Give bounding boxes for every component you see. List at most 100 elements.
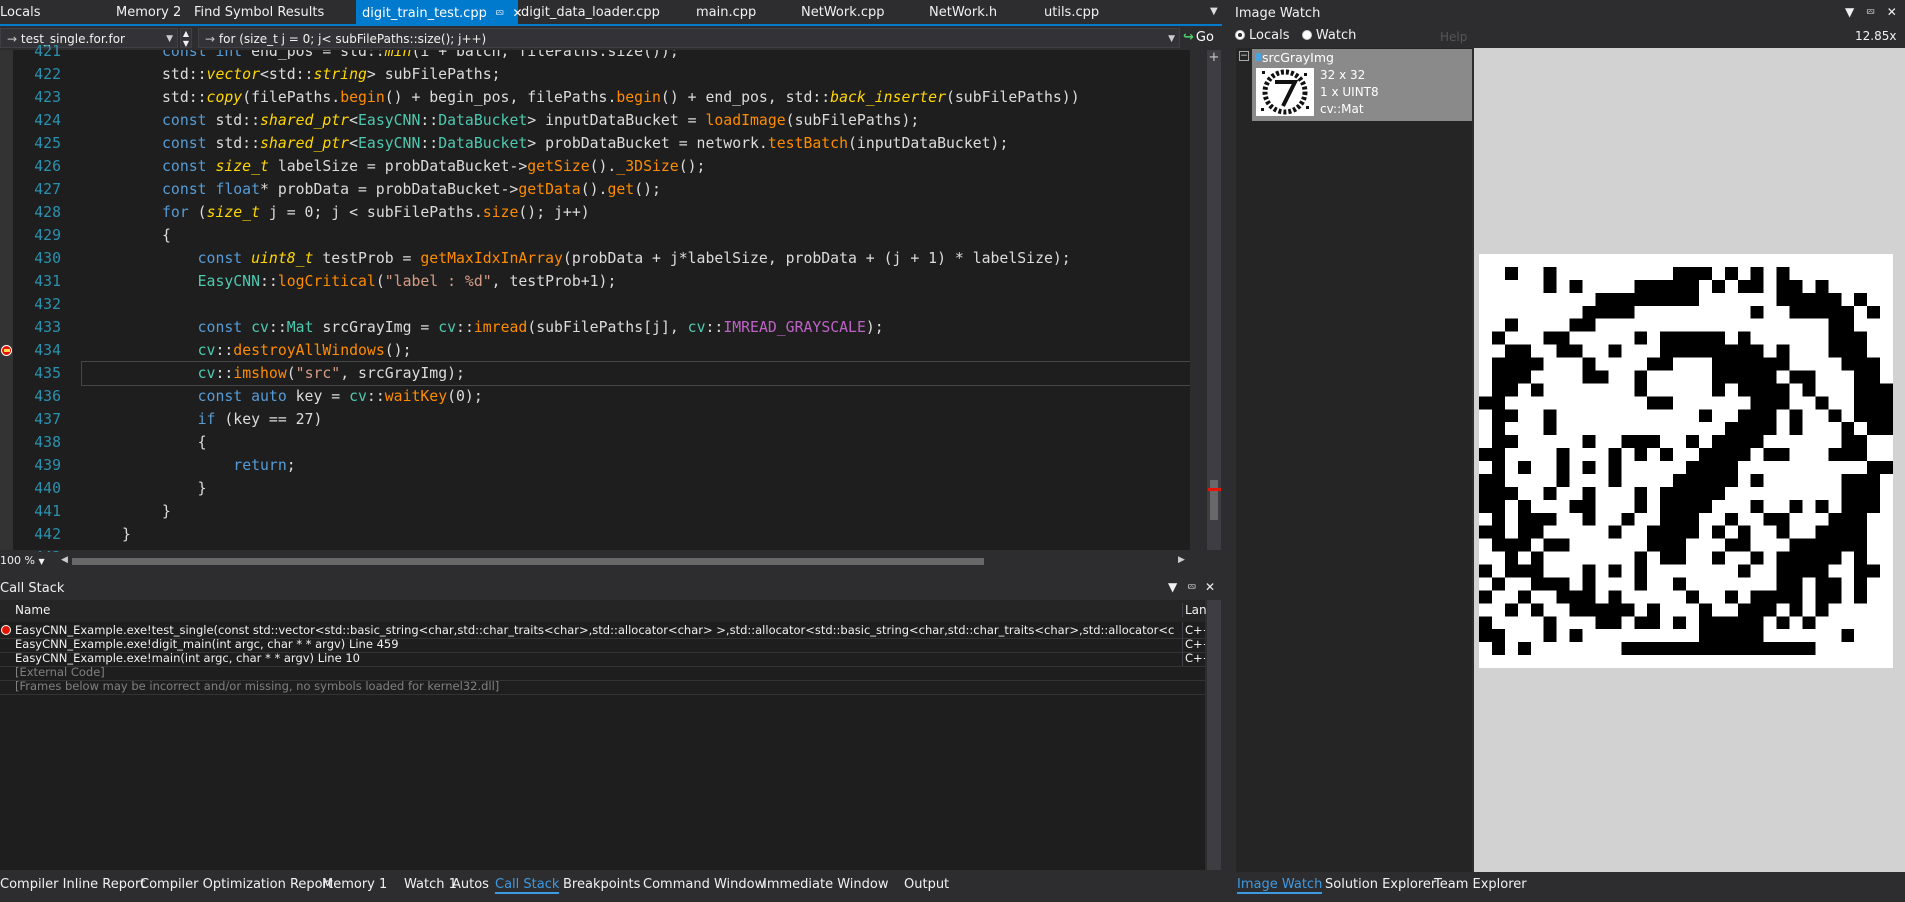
image-thumbnail[interactable] [1256,68,1314,116]
image-pixel [1802,305,1816,319]
scroll-left-icon[interactable]: ◀ [61,555,68,565]
tab-immediate-window[interactable]: Immediate Window [763,877,888,892]
splitter-arrows[interactable]: ▲ ▼ [180,28,192,48]
code-line[interactable]: const uint8_t testProb = getMaxIdxInArra… [82,247,1071,270]
code-line[interactable]: const std::shared_ptr<EasyCNN::DataBucke… [82,132,1008,155]
image-pixel [1582,318,1596,332]
split-window-icon[interactable]: + [1208,50,1220,66]
code-line[interactable]: { [82,431,207,454]
code-line[interactable] [82,293,162,316]
tab-utils-cpp[interactable]: utils.cpp [1038,0,1105,24]
image-pixel [1776,292,1790,306]
column-header-language[interactable]: Lang [1182,603,1206,617]
tab-watch-1[interactable]: Watch 1 [404,877,457,892]
tab-command-window[interactable]: Command Window [643,877,765,892]
image-pixel [1491,512,1505,526]
code-line[interactable]: } [82,500,171,523]
image-pixel [1491,383,1505,397]
editor-vertical-scrollbar[interactable] [1207,50,1221,550]
tab-memory-2[interactable]: Memory 2 [110,0,187,24]
close-icon[interactable]: ✕ [1205,580,1215,594]
tab-digit-data-loader-cpp[interactable]: digit_data_loader.cpp [515,0,666,24]
image-pixel [1724,590,1738,604]
code-token: "src" [295,365,341,382]
code-line[interactable]: std::copy(filePaths.begin() + begin_pos,… [82,86,1080,109]
close-icon[interactable]: ✕ [1887,5,1897,19]
pin-icon[interactable]: ⮹ [495,6,505,20]
image-pixel [1491,525,1505,539]
tab-solution-explorer[interactable]: Solution Explorer [1325,877,1436,892]
image-pixel [1673,266,1686,280]
code-line[interactable]: } [82,477,207,500]
watch-radio[interactable]: Watch [1301,28,1356,43]
help-link[interactable]: Help [1440,30,1467,44]
tab-network-cpp[interactable]: NetWork.cpp [795,0,891,24]
code-token: if [197,411,225,428]
image-pixel [1491,422,1505,436]
image-pixel [1789,603,1803,617]
zoom-dropdown[interactable]: 100 % ▼ [0,552,55,570]
code-line[interactable]: cv::destroyAllWindows(); [82,339,412,362]
zoomed-image[interactable] [1479,254,1893,668]
code-line[interactable]: } [82,523,131,546]
image-pixel [1660,331,1674,345]
window-position-icon[interactable]: ▼ [1845,5,1854,19]
code-line[interactable]: if (key == 27) [82,408,323,431]
image-pixel [1828,577,1842,591]
code-line[interactable]: const std::shared_ptr<EasyCNN::DataBucke… [82,109,919,132]
code-line[interactable]: std::vector<std::string> subFilePaths; [82,63,501,86]
pin-icon[interactable]: ⮹ [1187,580,1197,595]
scrollbar-thumb[interactable] [1210,480,1218,520]
pin-icon[interactable]: ⮹ [1866,5,1876,19]
tab-digit-train-test-cpp[interactable]: digit_train_test.cpp ⮹ ✕ [356,0,523,24]
call-stack-row[interactable]: [Frames below may be incorrect and/or mi… [0,678,1205,695]
zoom-readout: 12.85x [1855,29,1897,43]
collapse-icon[interactable]: − [1239,51,1249,61]
call-stack-vertical-scrollbar[interactable] [1207,600,1221,870]
column-header-name[interactable]: Name [15,603,50,617]
image-pixel [1763,422,1777,436]
image-pixel [1634,499,1648,513]
horizontal-scrollbar-thumb[interactable] [72,558,984,565]
code-line[interactable]: { [82,224,171,247]
tab-memory-1[interactable]: Memory 1 [322,877,387,892]
tab-overflow-dropdown-icon[interactable]: ▼ [1210,3,1222,21]
code-line[interactable]: const cv::Mat srcGrayImg = cv::imread(su… [82,316,884,339]
code-line[interactable]: for (size_t j = 0; j < subFilePaths.size… [82,201,590,224]
scroll-right-icon[interactable]: ▶ [1178,555,1185,565]
image-pixel [1815,396,1829,410]
code-line[interactable]: const float* probData = probDataBucket->… [82,178,661,201]
tab-network-h[interactable]: NetWork.h [923,0,1003,24]
tab-compiler-optimization-report[interactable]: Compiler Optimization Report [140,877,333,892]
code-line[interactable]: return; [82,454,295,477]
tab-team-explorer[interactable]: Team Explorer [1434,877,1527,892]
code-line[interactable]: const auto key = cv::waitKey(0); [82,385,483,408]
image-pixel [1737,370,1751,384]
code-line[interactable]: const int end_pos = std::min(i + batch, … [82,50,679,63]
member-dropdown[interactable]: → for (size_t j = 0; j< subFilePaths::si… [198,28,1180,48]
tab-output[interactable]: Output [904,877,949,892]
code-line[interactable]: EasyCNN::logCritical("finished test."); [82,546,469,550]
window-position-icon[interactable]: ▼ [1168,580,1177,594]
tab-autos[interactable]: Autos [452,877,489,892]
locals-radio[interactable]: Locals [1235,28,1289,43]
tab-main-cpp[interactable]: main.cpp [690,0,762,24]
tab-locals[interactable]: Locals [0,0,46,24]
tab-image-watch[interactable]: Image Watch [1237,877,1323,894]
image-pixel [1828,292,1842,306]
breakpoint-current-statement-icon[interactable] [1,345,12,356]
image-pixel [1711,383,1725,397]
image-pixel [1750,422,1764,436]
tab-call-stack[interactable]: Call Stack [495,877,560,894]
tab-compiler-inline-report[interactable]: Compiler Inline Report [0,877,145,892]
code-text-area[interactable]: const int end_pos = std::min(i + batch, … [0,50,1190,550]
code-line[interactable]: EasyCNN::logCritical("label : %d", testP… [82,270,617,293]
code-line[interactable]: cv::imshow("src", srcGrayImg); [81,361,1190,386]
tab-find-symbol-results[interactable]: Find Symbol Results [188,0,330,24]
code-line[interactable]: const size_t labelSize = probDataBucket-… [82,155,705,178]
image-pixel [1698,266,1712,280]
go-button[interactable]: ↪ Go [1183,28,1223,48]
tab-breakpoints[interactable]: Breakpoints [563,877,640,892]
image-pixel [1763,383,1777,397]
image-pixel [1660,551,1674,565]
